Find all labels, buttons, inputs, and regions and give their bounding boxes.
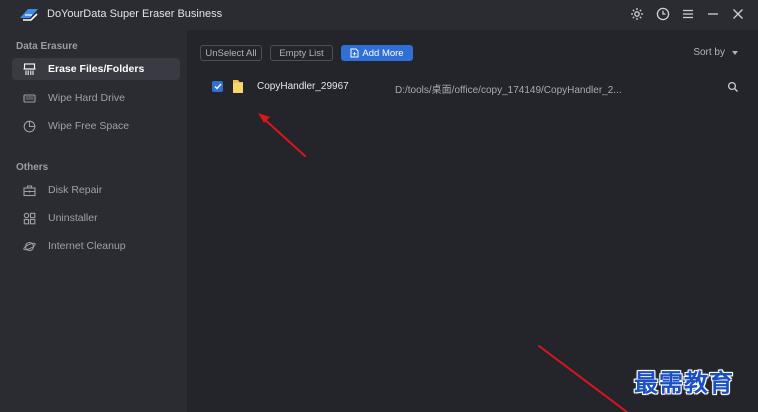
sidebar-item-uninstaller[interactable]: Uninstaller [12, 207, 180, 229]
file-path: D:/tools/桌面/office/copy_174149/CopyHandl… [395, 85, 622, 96]
close-icon[interactable] [729, 5, 747, 23]
sidebar-item-label: Internet Cleanup [48, 240, 126, 252]
apps-grid-icon [22, 211, 36, 225]
minimize-icon[interactable] [704, 5, 722, 23]
sidebar-item-wipe-free-space[interactable]: Wipe Free Space [12, 115, 180, 137]
sidebar-item-wipe-hard-drive[interactable]: Wipe Hard Drive [12, 87, 180, 109]
dropdown-triangle-icon [732, 50, 738, 55]
sidebar-item-disk-repair[interactable]: Disk Repair [12, 179, 180, 201]
unselect-all-button[interactable]: UnSelect All [200, 45, 262, 61]
add-more-label: Add More [362, 47, 404, 59]
sidebar-item-label: Wipe Hard Drive [48, 92, 126, 104]
sort-by-label: Sort by [693, 47, 725, 58]
watermark: 最需教育 [634, 368, 734, 397]
checkmark-icon [214, 83, 222, 90]
sidebar-item-label: Disk Repair [48, 184, 103, 196]
search-icon[interactable] [726, 80, 740, 94]
sort-by-dropdown[interactable]: Sort by [693, 47, 738, 58]
sidebar: Data Erasure Erase Files/Folders Wipe Ha… [0, 30, 187, 412]
sidebar-item-label: Erase Files/Folders [48, 63, 145, 75]
section-title-others: Others [16, 162, 49, 173]
sidebar-item-label: Wipe Free Space [48, 120, 130, 132]
app-title: DoYourData Super Eraser Business [47, 8, 223, 20]
pie-icon [22, 119, 36, 133]
toolbox-icon [22, 183, 36, 197]
app-logo-icon [20, 9, 38, 21]
history-clock-icon[interactable] [654, 5, 672, 23]
add-file-icon [350, 48, 359, 58]
planet-icon [22, 239, 36, 253]
add-more-button[interactable]: Add More [341, 45, 413, 61]
folder-icon [233, 80, 243, 93]
file-checkbox[interactable] [212, 81, 223, 92]
main-panel: UnSelect All Empty List Add More Sort by… [187, 30, 758, 412]
section-title-data-erasure: Data Erasure [16, 41, 78, 52]
hard-drive-icon [22, 91, 36, 105]
settings-gear-icon[interactable] [628, 5, 646, 23]
title-bar: DoYourData Super Eraser Business [0, 0, 758, 30]
sidebar-item-erase-files[interactable]: Erase Files/Folders [12, 58, 180, 80]
file-list-row[interactable]: CopyHandler_29967 D:/tools/桌面/office/cop… [203, 76, 750, 98]
menu-icon[interactable] [679, 5, 697, 23]
shredder-icon [22, 62, 36, 76]
sidebar-item-internet-cleanup[interactable]: Internet Cleanup [12, 235, 180, 257]
sidebar-item-label: Uninstaller [48, 212, 98, 224]
file-name: CopyHandler_29967 [257, 81, 349, 92]
empty-list-button[interactable]: Empty List [270, 45, 333, 61]
